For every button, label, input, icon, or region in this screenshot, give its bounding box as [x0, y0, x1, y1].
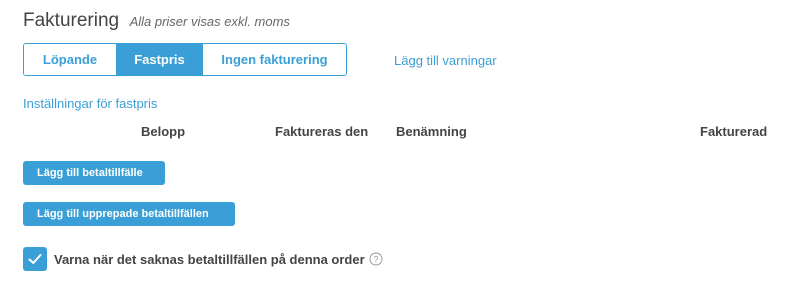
add-recurring-payments-button[interactable]: Lägg till upprepade betaltillfällen [23, 202, 235, 226]
tab-fastpris[interactable]: Fastpris [116, 44, 202, 75]
column-header-belopp: Belopp [141, 124, 186, 139]
fixed-price-settings-link[interactable]: Inställningar för fastpris [23, 96, 157, 111]
column-header-fakturerad: Fakturerad [700, 124, 768, 139]
section-title: Fakturering [23, 10, 120, 31]
check-icon [28, 254, 42, 264]
question-circle-icon[interactable]: ? [369, 252, 383, 266]
tab-lopande[interactable]: Löpande [24, 44, 116, 75]
warn-missing-payments-label: Varna när det saknas betaltillfällen på … [54, 251, 365, 267]
column-header-benamning: Benämning [396, 124, 467, 139]
add-payment-button[interactable]: Lägg till betaltillfälle [23, 161, 165, 185]
column-header-faktureras-den: Faktureras den [275, 124, 369, 139]
add-warnings-link[interactable]: Lägg till varningar [394, 53, 497, 68]
warn-missing-payments-checkbox[interactable] [23, 247, 47, 271]
tab-ingen-fakturering[interactable]: Ingen fakturering [202, 44, 346, 75]
section-header: Fakturering Alla priser visas exkl. moms [23, 10, 290, 32]
svg-text:?: ? [373, 254, 378, 264]
billing-type-tabs: Löpande Fastpris Ingen fakturering [23, 43, 347, 76]
warn-missing-payments-row: Varna när det saknas betaltillfällen på … [23, 247, 383, 271]
section-subtitle: Alla priser visas exkl. moms [129, 14, 290, 29]
